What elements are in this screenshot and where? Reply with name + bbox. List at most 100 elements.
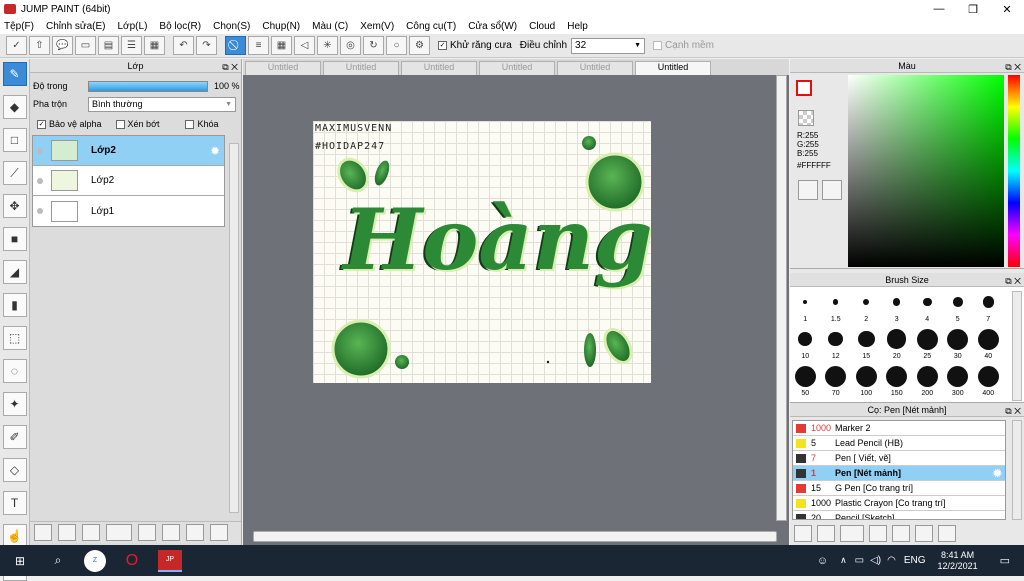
move-tool-icon[interactable]: ✥ bbox=[2, 194, 27, 218]
brush-size-option[interactable]: 1 bbox=[790, 289, 821, 326]
brush-list-item[interactable]: 20 Pencil [Sketch] bbox=[793, 511, 1005, 519]
opera-app-icon[interactable]: O bbox=[120, 550, 144, 572]
search-icon[interactable]: ⌕ bbox=[46, 550, 70, 572]
brush-size-option[interactable]: 400 bbox=[973, 363, 1004, 400]
folder-icon[interactable] bbox=[138, 524, 156, 541]
volume-icon[interactable]: ◁) bbox=[870, 555, 881, 566]
clock[interactable]: 8:41 AM 12/2/2021 bbox=[938, 550, 978, 572]
brush-size-option[interactable]: 2 bbox=[851, 289, 882, 326]
rect-tool-icon[interactable]: □ bbox=[2, 128, 27, 152]
brush-list-scrollbar[interactable] bbox=[1012, 420, 1022, 520]
tab-document[interactable]: Untitled bbox=[479, 61, 555, 75]
brush-size-option[interactable]: 10 bbox=[790, 326, 821, 363]
brush-size-option[interactable]: 7 bbox=[973, 289, 1004, 326]
brush-size-option[interactable]: 3 bbox=[882, 289, 913, 326]
brush-size-option[interactable]: 30 bbox=[943, 326, 974, 363]
brush-list-item[interactable]: 1000 Marker 2 bbox=[793, 421, 1005, 436]
new-layer-8bit-icon[interactable] bbox=[58, 524, 76, 541]
undo-icon[interactable]: ↶ bbox=[173, 36, 194, 55]
curve-ruler-icon[interactable]: ↻ bbox=[363, 36, 384, 55]
gradient-tool-icon[interactable]: ▮ bbox=[2, 293, 27, 317]
fill-rect-tool-icon[interactable]: ■ bbox=[2, 227, 27, 251]
tab-document[interactable]: Untitled bbox=[245, 61, 321, 75]
opacity-slider[interactable] bbox=[88, 80, 208, 92]
text-tool-icon[interactable]: T bbox=[2, 491, 27, 515]
brush-tool-icon[interactable]: ✎ bbox=[2, 62, 27, 86]
panel-icon[interactable]: ▭ bbox=[75, 36, 96, 55]
menu-capture[interactable]: Chụp(N) bbox=[262, 21, 300, 32]
new-layer-icon[interactable] bbox=[34, 524, 52, 541]
document-icon[interactable]: ▤ bbox=[98, 36, 119, 55]
language-indicator[interactable]: ENG bbox=[904, 555, 926, 566]
brush-size-option[interactable]: 70 bbox=[821, 363, 852, 400]
menu-window[interactable]: Cửa sổ(W) bbox=[468, 21, 517, 32]
wifi-icon[interactable]: ◠ bbox=[887, 555, 896, 566]
panel-close-icon[interactable]: ⧉ ✕ bbox=[1005, 60, 1021, 74]
line-tool-icon[interactable]: ⟋ bbox=[2, 161, 27, 185]
close-icon[interactable]: ✕ bbox=[990, 0, 1024, 18]
brush-size-option[interactable]: 1.5 bbox=[821, 289, 852, 326]
color-picker-icon[interactable] bbox=[822, 180, 842, 200]
grid-ruler-icon[interactable]: ▦ bbox=[271, 36, 292, 55]
radial-ruler-icon[interactable]: ✳ bbox=[317, 36, 338, 55]
brush-size-option[interactable]: 40 bbox=[973, 326, 1004, 363]
new-layer-1bit-icon[interactable] bbox=[82, 524, 100, 541]
perspective-ruler-icon[interactable]: ◁ bbox=[294, 36, 315, 55]
hue-slider[interactable] bbox=[1008, 75, 1020, 267]
panel-close-icon[interactable]: ⧉ ✕ bbox=[222, 60, 238, 74]
layer-item[interactable]: Lớp2 bbox=[33, 166, 224, 196]
layer-scrollbar[interactable] bbox=[229, 143, 239, 513]
menu-edit[interactable]: Chỉnh sửa(E) bbox=[46, 21, 106, 32]
menu-tools[interactable]: Công cụ(T) bbox=[406, 21, 456, 32]
brush-duplicate-icon[interactable] bbox=[915, 525, 933, 542]
smooth-checkbox[interactable] bbox=[653, 41, 663, 50]
adjust-select[interactable]: 32 ▼ bbox=[571, 37, 646, 54]
merge-layer-icon[interactable] bbox=[186, 524, 204, 541]
brush-doc-icon[interactable] bbox=[869, 525, 887, 542]
brush-size-option[interactable]: 25 bbox=[912, 326, 943, 363]
snap-icon[interactable]: ✓ bbox=[6, 36, 27, 55]
layer-item[interactable]: Lớp1 bbox=[33, 196, 224, 226]
brush-size-option[interactable]: 200 bbox=[912, 363, 943, 400]
folder-icon[interactable] bbox=[892, 525, 910, 542]
brush-list-item[interactable]: 15 G Pen [Co trang trí] bbox=[793, 481, 1005, 496]
palette-icon[interactable] bbox=[798, 180, 818, 200]
brush-size-option[interactable]: 20 bbox=[882, 326, 913, 363]
vertical-scrollbar[interactable] bbox=[776, 75, 787, 521]
protect-alpha-checkbox[interactable]: ✓ bbox=[37, 119, 46, 129]
menu-color[interactable]: Màu (C) bbox=[312, 21, 348, 32]
redo-icon[interactable]: ↷ bbox=[196, 36, 217, 55]
select-rect-icon[interactable]: ⬚ bbox=[2, 326, 27, 350]
brush-size-option[interactable]: 50 bbox=[790, 363, 821, 400]
layer-settings-icon[interactable]: ✹ bbox=[210, 144, 220, 158]
blend-select[interactable]: Bình thường ▼ bbox=[88, 96, 236, 112]
properties-icon[interactable]: ☰ bbox=[121, 36, 142, 55]
brush-size-option[interactable]: 12 bbox=[821, 326, 852, 363]
ruler-settings-icon[interactable]: ⚙ bbox=[409, 36, 430, 55]
brush-list-item[interactable]: 1 Pen [Nét mảnh] ✹ bbox=[793, 466, 1005, 481]
horizontal-scrollbar[interactable] bbox=[253, 531, 777, 542]
clip-checkbox[interactable] bbox=[115, 119, 125, 129]
delete-layer-icon[interactable] bbox=[210, 524, 228, 541]
brush-list-item[interactable]: 5 Lead Pencil (HB) bbox=[793, 436, 1005, 451]
brush-size-option[interactable]: 300 bbox=[943, 363, 974, 400]
brush-add-icon[interactable] bbox=[794, 525, 812, 542]
menu-filter[interactable]: Bộ lọc(R) bbox=[159, 21, 201, 32]
visibility-icon[interactable] bbox=[37, 147, 43, 154]
people-icon[interactable]: ☺ bbox=[817, 555, 828, 567]
tab-document[interactable]: Untitled bbox=[557, 61, 633, 75]
select-eraser-icon[interactable]: ◇ bbox=[2, 458, 27, 482]
layer-item[interactable]: Lớp2 ✹ bbox=[33, 136, 224, 166]
brush-size-option[interactable]: 15 bbox=[851, 326, 882, 363]
foreground-color-swatch[interactable] bbox=[796, 80, 812, 96]
tab-document[interactable]: Untitled bbox=[323, 61, 399, 75]
no-ruler-icon[interactable]: ⃠ bbox=[225, 36, 246, 55]
brush-list-item[interactable]: 1000 Plastic Crayon [Co trang trí] bbox=[793, 496, 1005, 511]
brush-size-scrollbar[interactable] bbox=[1012, 291, 1022, 401]
brush-menu-icon[interactable] bbox=[840, 525, 864, 542]
ellipse-ruler-icon[interactable]: ○ bbox=[386, 36, 407, 55]
color-field[interactable] bbox=[848, 75, 1004, 267]
minimize-icon[interactable]: — bbox=[922, 0, 956, 18]
brush-settings-icon[interactable]: ✹ bbox=[993, 467, 1002, 480]
panel-close-icon[interactable]: ⧉ ✕ bbox=[1005, 404, 1021, 418]
